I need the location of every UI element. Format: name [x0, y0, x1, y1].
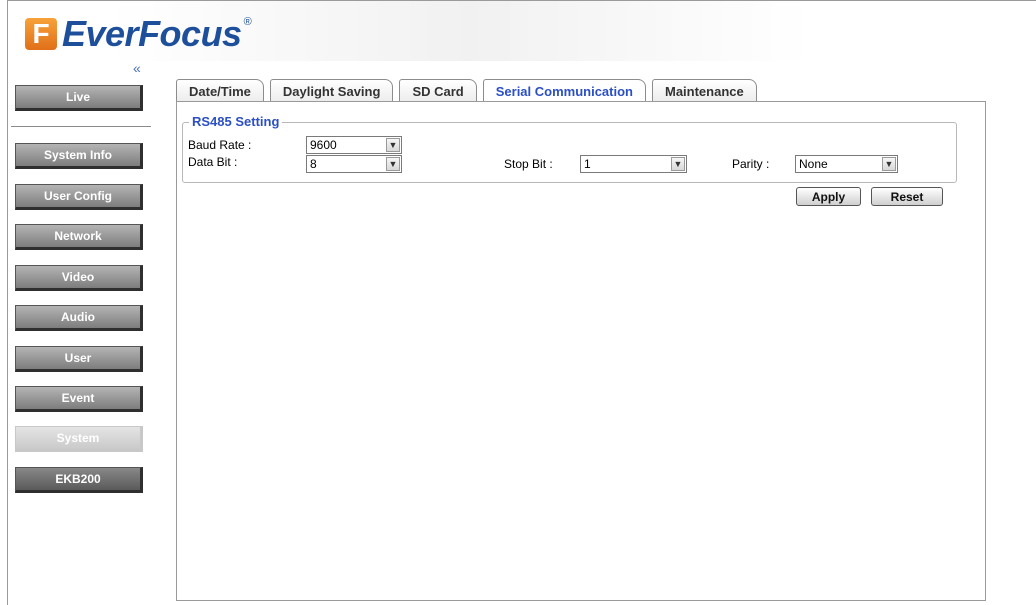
stop-bit-select[interactable]: 1 ▼: [580, 155, 687, 173]
sidebar-item-system[interactable]: System: [15, 426, 143, 452]
sidebar-item-network[interactable]: Network: [15, 224, 143, 250]
chevron-down-icon: ▼: [386, 157, 400, 171]
sidebar-divider: [11, 126, 151, 127]
parity-label: Parity :: [732, 157, 770, 171]
rs485-legend: RS485 Setting: [189, 115, 283, 129]
logo-mark-icon: F: [25, 18, 57, 50]
baud-rate-select[interactable]: 9600 ▼: [306, 136, 402, 154]
data-bit-value: 8: [310, 157, 317, 171]
sidebar-item-ekb200[interactable]: EKB200: [15, 467, 143, 493]
content-panel: RS485 Setting Baud Rate : 9600 ▼ Data Bi…: [176, 101, 986, 601]
sidebar-item-audio[interactable]: Audio: [15, 305, 143, 331]
reset-button[interactable]: Reset: [871, 187, 943, 206]
tab-daylight-saving[interactable]: Daylight Saving: [269, 79, 394, 102]
chevron-down-icon: ▼: [882, 157, 896, 171]
header: F EverFocus ®: [8, 1, 1036, 61]
tab-serial-communication[interactable]: Serial Communication: [482, 79, 646, 102]
everfocus-logo: F EverFocus ®: [25, 13, 252, 54]
parity-select[interactable]: None ▼: [795, 155, 898, 173]
registered-mark: ®: [243, 16, 252, 28]
baud-rate-label: Baud Rate :: [188, 138, 252, 152]
stop-bit-value: 1: [584, 157, 591, 171]
sidebar-item-event[interactable]: Event: [15, 386, 143, 412]
logo-text: EverFocus: [62, 13, 242, 54]
tab-maintenance[interactable]: Maintenance: [651, 79, 757, 102]
baud-rate-value: 9600: [310, 138, 337, 152]
stop-bit-label: Stop Bit :: [504, 157, 553, 171]
settings-tabs: Date/Time Daylight Saving SD Card Serial…: [176, 79, 763, 102]
tab-sd-card[interactable]: SD Card: [399, 79, 477, 102]
apply-button[interactable]: Apply: [796, 187, 861, 206]
sidebar-item-video[interactable]: Video: [15, 265, 143, 291]
data-bit-select[interactable]: 8 ▼: [306, 155, 402, 173]
collapse-sidebar-icon[interactable]: «: [133, 61, 141, 75]
parity-value: None: [799, 157, 828, 171]
rs485-setting-group: RS485 Setting Baud Rate : 9600 ▼ Data Bi…: [182, 115, 957, 183]
data-bit-label: Data Bit :: [188, 155, 238, 169]
chevron-down-icon: ▼: [671, 157, 685, 171]
sidebar-item-user-config[interactable]: User Config: [15, 184, 143, 210]
sidebar-item-user[interactable]: User: [15, 346, 143, 372]
chevron-down-icon: ▼: [386, 138, 400, 152]
sidebar-item-live[interactable]: Live: [15, 85, 143, 111]
sidebar-item-system-info[interactable]: System Info: [15, 143, 143, 169]
tab-date-time[interactable]: Date/Time: [176, 79, 264, 102]
frame-border-left: [7, 0, 8, 605]
